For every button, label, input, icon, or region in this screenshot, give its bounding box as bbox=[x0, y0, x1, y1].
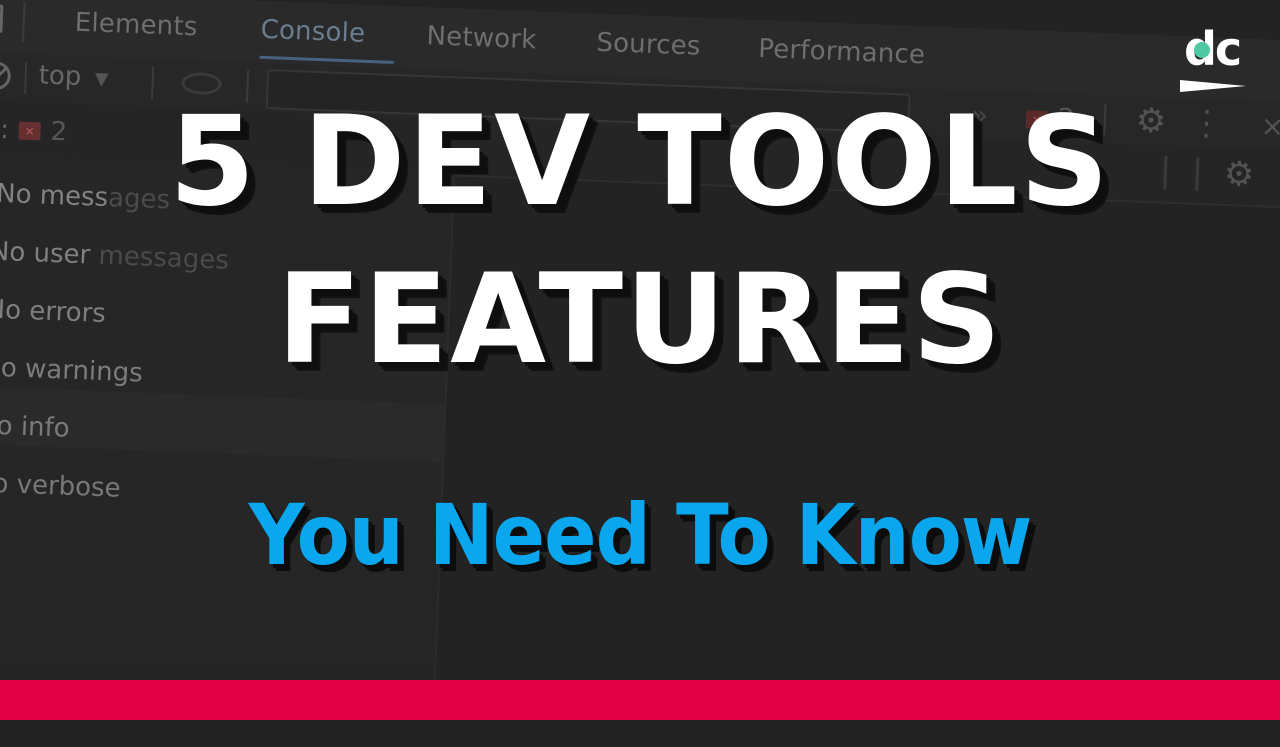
context-select[interactable]: top bbox=[38, 60, 82, 92]
clear-console-icon[interactable] bbox=[0, 61, 12, 91]
tab-console[interactable]: Console bbox=[260, 15, 366, 49]
tab-sources[interactable]: Sources bbox=[596, 28, 701, 62]
channel-logo: dc bbox=[1180, 22, 1252, 92]
title-line-1: 5 DEV TOOLS bbox=[169, 90, 1111, 234]
logo-underline-icon bbox=[1180, 80, 1246, 92]
tab-network[interactable]: Network bbox=[426, 21, 537, 55]
subtitle: You Need To Know bbox=[248, 486, 1033, 584]
logo-text: dc bbox=[1184, 22, 1242, 76]
dock-side-icon[interactable] bbox=[0, 4, 4, 33]
tab-elements[interactable]: Elements bbox=[74, 8, 198, 43]
divider bbox=[24, 61, 28, 94]
logo-dot-icon bbox=[1194, 42, 1210, 58]
divider bbox=[22, 1, 26, 42]
sidebar-item-info[interactable]: No info bbox=[0, 410, 70, 444]
console-sidebar: No messages No user messages No errors N… bbox=[0, 155, 456, 714]
title-line-2: FEATURES bbox=[276, 248, 1004, 392]
chevron-down-icon[interactable]: ▼ bbox=[94, 68, 109, 90]
tab-performance[interactable]: Performance bbox=[758, 34, 926, 70]
brand-bar bbox=[0, 680, 1280, 720]
sidebar-item-label: No info bbox=[0, 410, 71, 444]
